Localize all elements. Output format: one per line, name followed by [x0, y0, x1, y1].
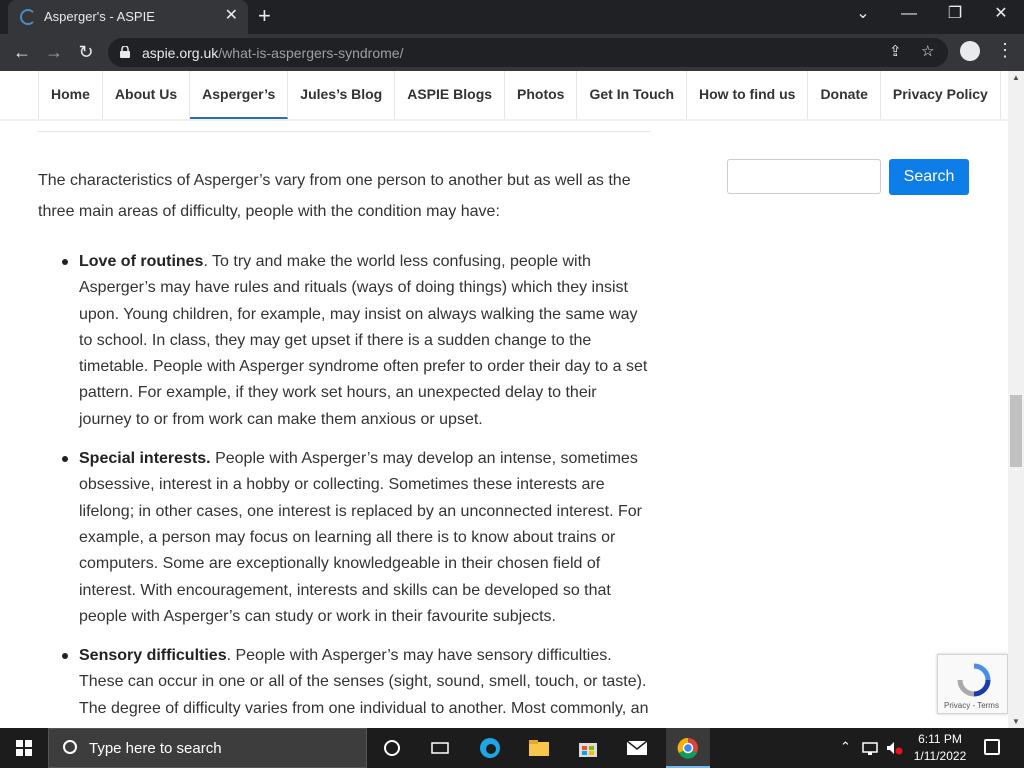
chrome-icon — [677, 737, 698, 759]
browser-toolbar: ← → ↻ aspie.org.uk/what-is-aspergers-syn… — [0, 34, 1024, 71]
back-icon[interactable]: ← — [11, 41, 33, 63]
volume-muted-icon[interactable] — [885, 739, 903, 757]
nav-item-donate[interactable]: Donate — [808, 71, 881, 119]
reload-icon[interactable]: ↻ — [75, 41, 97, 63]
list-item: Special interests. People with Asperger’… — [38, 446, 653, 630]
site-favicon-icon — [20, 9, 36, 25]
forward-icon[interactable]: → — [43, 41, 65, 63]
nav-item-get-in-touch[interactable]: Get In Touch — [577, 71, 687, 119]
list-item-text: . To try and make the world less confusi… — [79, 253, 648, 428]
list-item-term: Special interests. — [79, 450, 211, 468]
cortana-icon[interactable] — [381, 737, 403, 759]
file-explorer-icon[interactable] — [528, 737, 550, 759]
browser-tabbar: Asperger's - ASPIE ✕ + ⌄ — ❐ ✕ — [0, 0, 1024, 34]
taskbar-search-box[interactable]: Type here to search — [48, 728, 367, 768]
recaptcha-badge[interactable]: Privacy - Terms — [937, 654, 1008, 714]
browser-menu-icon[interactable]: ⋮ — [996, 39, 1014, 61]
notifications-icon[interactable] — [984, 739, 1000, 755]
list-item-term: Sensory difficulties — [79, 647, 227, 665]
nav-item-how-to-find-us[interactable]: How to find us — [687, 71, 809, 119]
nav-item-aspergers[interactable]: Asperger’s — [190, 71, 289, 119]
clock-time: 6:11 PM — [918, 732, 962, 746]
nav-item-privacy-policy[interactable]: Privacy Policy — [881, 71, 1001, 119]
share-icon[interactable]: ⇪ — [889, 44, 902, 60]
browser-tab[interactable]: Asperger's - ASPIE ✕ — [8, 0, 248, 34]
windows-taskbar: Type here to search ⌃ 6:11 PM 1/11/2022 — [0, 728, 1024, 768]
scroll-thumb[interactable] — [1010, 395, 1022, 467]
bookmark-star-icon[interactable]: ☆ — [921, 44, 934, 60]
bullet — [62, 653, 68, 660]
characteristics-list: Love of routines. To try and make the wo… — [38, 249, 653, 722]
list-item: Love of routines. To try and make the wo… — [38, 249, 653, 433]
restore-icon[interactable]: ❐ — [945, 4, 965, 24]
taskbar-search-placeholder: Type here to search — [89, 740, 222, 757]
lock-icon — [120, 46, 130, 58]
profile-avatar-icon[interactable] — [960, 41, 980, 61]
tab-close-icon[interactable]: ✕ — [225, 7, 238, 25]
nav-item-home[interactable]: Home — [39, 71, 103, 119]
url-path: /what-is-aspergers-syndrome/ — [218, 45, 404, 61]
minimize-icon[interactable]: — — [899, 4, 919, 24]
recaptcha-links[interactable]: Privacy - Terms — [944, 701, 999, 710]
list-item-term: Love of routines — [79, 253, 204, 270]
web-page: Home About Us Asperger’s Jules’s Blog AS… — [0, 71, 1008, 728]
window-close-icon[interactable]: ✕ — [991, 4, 1011, 24]
nav-item-jules-blog[interactable]: Jules’s Blog — [288, 71, 396, 119]
url-host: aspie.org.uk — [142, 45, 219, 61]
tab-title: Asperger's - ASPIE — [44, 9, 155, 24]
list-item: Sensory difficulties. People with Asperg… — [38, 643, 653, 722]
intro-paragraph: The characteristics of Asperger’s vary f… — [38, 172, 631, 220]
search-button[interactable]: Search — [889, 159, 969, 195]
bullet — [62, 456, 68, 463]
new-tab-icon[interactable]: + — [258, 4, 271, 28]
edge-icon[interactable] — [479, 737, 501, 759]
tray-chevron-icon[interactable]: ⌃ — [840, 739, 851, 755]
nav-item-about-us[interactable]: About Us — [103, 71, 191, 119]
tab-search-icon[interactable]: ⌄ — [853, 4, 873, 24]
taskbar-clock[interactable]: 6:11 PM 1/11/2022 — [910, 731, 970, 765]
search-input[interactable] — [727, 159, 881, 194]
address-bar[interactable]: aspie.org.uk/what-is-aspergers-syndrome/… — [108, 38, 948, 67]
list-item-text: People with Asperger’s may develop an in… — [79, 450, 642, 625]
mail-icon[interactable] — [626, 737, 648, 759]
url-text: aspie.org.uk/what-is-aspergers-syndrome/ — [142, 45, 403, 61]
bullet — [62, 259, 68, 265]
nav-shadow — [0, 119, 1008, 121]
search-icon — [63, 740, 77, 754]
page-scrollbar[interactable]: ▲ ▼ — [1008, 71, 1024, 728]
clock-date: 1/11/2022 — [913, 749, 967, 763]
store-icon[interactable] — [577, 737, 599, 759]
article-content: The characteristics of Asperger’s vary f… — [38, 165, 653, 728]
nav-item-photos[interactable]: Photos — [505, 71, 578, 119]
content-divider — [38, 131, 650, 132]
recaptcha-icon — [957, 663, 991, 697]
network-icon[interactable] — [861, 739, 879, 757]
nav-item-aspie-blogs[interactable]: ASPIE Blogs — [395, 71, 506, 119]
windows-start-icon[interactable] — [16, 740, 32, 756]
task-view-icon[interactable] — [429, 737, 451, 759]
scroll-down-icon[interactable]: ▼ — [1012, 717, 1020, 726]
chrome-taskbar-button[interactable] — [666, 728, 710, 768]
site-nav: Home About Us Asperger’s Jules’s Blog AS… — [38, 71, 1001, 119]
scroll-up-icon[interactable]: ▲ — [1012, 73, 1020, 82]
